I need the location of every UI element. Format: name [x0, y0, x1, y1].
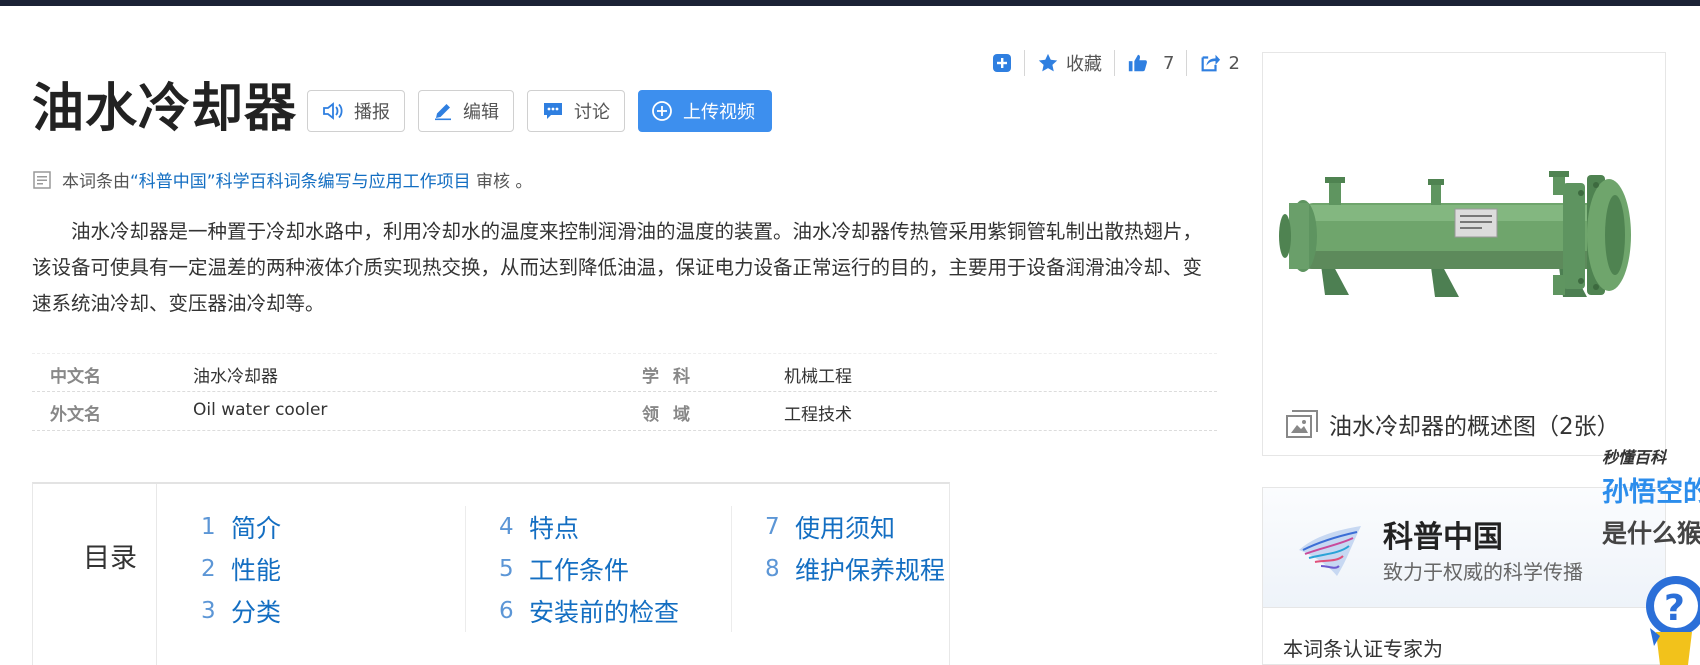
catalog-item-number: 1	[201, 514, 216, 540]
catalog-item[interactable]: 7 使用须知	[732, 506, 995, 548]
svg-text:?: ?	[1664, 588, 1685, 629]
plus-square-icon	[993, 54, 1011, 72]
catalog-item-label: 使用须知	[795, 514, 896, 543]
discuss-label: 讨论	[574, 102, 610, 123]
speaker-icon	[323, 102, 343, 120]
broadcast-button[interactable]: 播报	[307, 90, 405, 132]
miaodong-ad[interactable]: 秒懂百科 孙悟空的 是什么猴 ?	[1600, 440, 1700, 665]
like-button[interactable]: 7	[1115, 50, 1186, 76]
catalog-item-label: 安装前的检查	[529, 598, 680, 627]
catalog-item-label: 简介	[231, 514, 282, 543]
upload-video-label: 上传视频	[683, 102, 755, 123]
ad-subtitle: 是什么猴	[1602, 519, 1700, 548]
catalog-item[interactable]: 4 特点	[466, 506, 729, 548]
star-icon	[1038, 53, 1058, 72]
favorite-label: 收藏	[1066, 54, 1102, 75]
pencil-icon	[435, 104, 451, 121]
catalog-item[interactable]: 2 性能	[201, 548, 465, 590]
basic-info-table: 中文名 油水冷却器 学科 机械工程 外文名 Oil water cooler 领…	[32, 353, 1217, 431]
catalog-item-number: 2	[201, 556, 216, 582]
catalog-item-number: 8	[765, 556, 780, 582]
catalog-item[interactable]: 8 维护保养规程	[732, 548, 995, 590]
broadcast-label: 播报	[354, 102, 390, 123]
basic-info-row: 外文名 Oil water cooler 领域 工程技术	[32, 392, 1217, 431]
add-to-list-button[interactable]	[980, 50, 1024, 76]
catalog-item-number: 5	[499, 556, 514, 582]
share-count: 2	[1228, 52, 1240, 74]
basic-info-value: 油水冷却器	[193, 367, 278, 387]
basic-info-key: 外文名	[50, 405, 101, 425]
summary-picture-caption[interactable]: 油水冷却器的概述图（2张）	[1285, 407, 1620, 441]
top-bar	[0, 0, 1700, 6]
catalog-item[interactable]: 6 安装前的检查	[466, 590, 729, 632]
upload-video-button[interactable]: 上传视频	[638, 90, 772, 132]
catalog-item-number: 7	[765, 514, 780, 540]
edit-label: 编辑	[463, 102, 499, 123]
like-count: 7	[1163, 52, 1175, 74]
catalog-item[interactable]: 1 简介	[201, 506, 465, 548]
basic-info-key: 中文名	[50, 367, 101, 387]
favorite-button[interactable]: 收藏	[1025, 50, 1114, 76]
catalog-item-label: 维护保养规程	[795, 556, 946, 585]
catalog-heading-cell: 目录	[33, 484, 157, 665]
catalog-item-number: 4	[499, 514, 514, 540]
share-icon	[1202, 54, 1221, 72]
discuss-button[interactable]: 讨论	[527, 90, 625, 132]
catalog: 目录 1 简介 2 性能 3 分类 4 特点 5 工作条件 6 安装前的检查 7 使用须知 8…	[32, 482, 950, 665]
catalog-item-number: 6	[499, 598, 514, 624]
summary-picture-card[interactable]: 油水冷却器的概述图（2张）	[1262, 52, 1666, 456]
catalog-item-label: 特点	[529, 514, 580, 543]
catalog-item-label: 分类	[231, 598, 282, 627]
oil-water-cooler-image	[1279, 171, 1631, 297]
catalog-item[interactable]: 3 分类	[201, 590, 465, 632]
page-title: 油水冷却器	[32, 79, 298, 139]
catalog-heading: 目录	[83, 543, 137, 574]
basic-info-value: 机械工程	[784, 367, 852, 387]
document-icon	[33, 170, 51, 189]
basic-info-key: 领域	[642, 405, 704, 425]
share-button[interactable]: 2	[1187, 50, 1251, 76]
kepu-slogan: 致力于权威的科学传播	[1383, 560, 1583, 584]
question-mascot-icon: ?	[1646, 576, 1700, 665]
review-notice: 本词条由 “科普中国”科学百科词条编写与应用工作项目 审核 。	[32, 167, 532, 192]
basic-info-row: 中文名 油水冷却器 学科 机械工程	[32, 353, 1217, 392]
certified-expert-label: 本词条认证专家为	[1283, 637, 1443, 661]
ad-brand-logo: 秒懂百科	[1602, 448, 1667, 467]
ad-title: 孙悟空的	[1602, 477, 1700, 508]
kepu-name: 科普中国	[1383, 520, 1503, 555]
review-prefix: 本词条由	[62, 172, 130, 192]
kepu-china-logo	[1299, 526, 1361, 576]
catalog-column: 4 特点 5 工作条件 6 安装前的检查	[465, 506, 729, 632]
basic-info-value: Oil water cooler	[193, 400, 328, 420]
thumbs-up-icon	[1128, 54, 1147, 72]
title-toolbar: 播报 编辑 讨论 上传视频	[307, 90, 772, 132]
basic-info-key: 学科	[642, 367, 704, 387]
lemma-summary: 油水冷却器是一种置于冷却水路中，利用冷却水的温度来控制润滑油的温度的装置。油水冷…	[32, 220, 1203, 315]
catalog-item-number: 3	[201, 598, 216, 624]
basic-info-value: 工程技术	[784, 405, 852, 425]
edit-button[interactable]: 编辑	[418, 90, 514, 132]
catalog-column: 1 简介 2 性能 3 分类	[201, 506, 465, 632]
gallery-icon	[1286, 410, 1318, 438]
review-project-link[interactable]: “科普中国”科学百科词条编写与应用工作项目	[130, 167, 471, 192]
catalog-item-label: 工作条件	[529, 556, 630, 585]
summary-picture-caption-text: 油水冷却器的概述图（2张）	[1329, 414, 1620, 440]
catalog-column: 7 使用须知 8 维护保养规程	[731, 506, 995, 632]
catalog-item-label: 性能	[231, 556, 282, 585]
review-suffix: 审核 。	[470, 172, 533, 192]
plus-circle-icon	[652, 101, 672, 121]
chat-icon	[544, 103, 562, 119]
entry-actions: 收藏 7 2	[980, 50, 1252, 76]
catalog-item[interactable]: 5 工作条件	[466, 548, 729, 590]
